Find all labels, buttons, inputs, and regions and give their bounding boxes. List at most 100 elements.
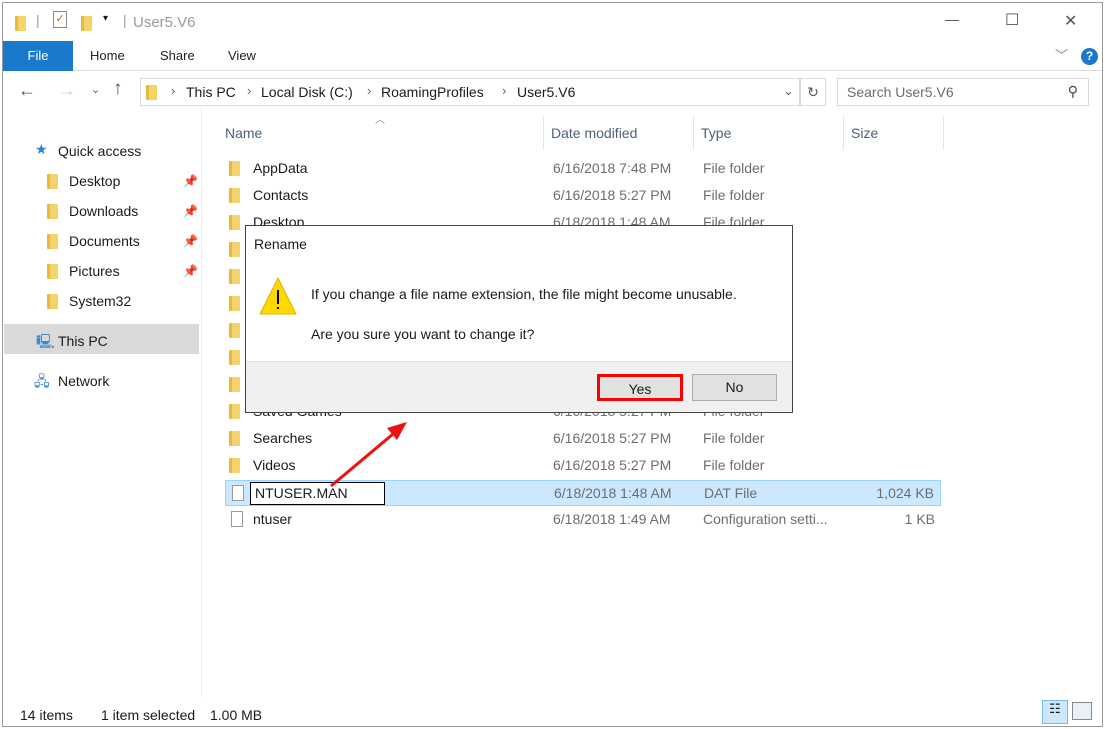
- file-name: Searches: [253, 430, 313, 446]
- file-name: ntuser: [253, 511, 292, 527]
- file-type: File folder: [703, 187, 765, 203]
- folder-icon: [229, 188, 240, 203]
- address-bar[interactable]: › This PC › Local Disk (C:) › RoamingPro…: [140, 78, 800, 106]
- nav-system32[interactable]: System32: [69, 293, 131, 309]
- file-name: AppData: [253, 160, 308, 176]
- column-divider[interactable]: [943, 116, 944, 150]
- file-name: Videos: [253, 457, 296, 473]
- back-button[interactable]: ←: [18, 80, 36, 101]
- file-date: 6/16/2018 5:27 PM: [553, 187, 672, 203]
- search-placeholder: Search User5.V6: [847, 84, 954, 100]
- file-type: DAT File: [704, 485, 758, 501]
- file-icon: [231, 511, 243, 527]
- ribbon-tabs: File Home Share View ﹀ ?: [3, 41, 1102, 71]
- nav-network[interactable]: Network: [58, 373, 109, 389]
- pin-icon[interactable]: 📌: [183, 204, 198, 218]
- column-header-date[interactable]: Date modified: [551, 125, 637, 141]
- file-row[interactable]: ntuser 6/18/2018 1:49 AM Configuration set…: [225, 507, 941, 533]
- folder-icon: [229, 404, 240, 419]
- downloads-folder-icon: [47, 204, 58, 219]
- tab-file[interactable]: File: [3, 41, 73, 71]
- file-icon: [232, 485, 244, 501]
- file-date: 6/18/2018 1:48 AM: [554, 485, 672, 501]
- file-date: 6/16/2018 7:48 PM: [553, 160, 672, 176]
- tab-view[interactable]: View: [228, 41, 256, 71]
- breadcrumb-user5[interactable]: User5.V6: [517, 84, 575, 100]
- warning-icon: [259, 276, 297, 315]
- address-dropdown-icon[interactable]: ⌄: [783, 83, 794, 99]
- quick-access-toolbar-dropdown[interactable]: ▾: [103, 13, 108, 24]
- help-icon[interactable]: ?: [1081, 48, 1098, 65]
- pin-icon[interactable]: 📌: [183, 264, 198, 278]
- column-divider[interactable]: [693, 116, 694, 150]
- documents-folder-icon: [47, 234, 58, 249]
- search-input[interactable]: Search User5.V6 ⚲: [837, 78, 1089, 106]
- folder-icon: [229, 377, 240, 392]
- dialog-question: Are you sure you want to change it?: [311, 326, 535, 342]
- close-button[interactable]: ✕: [1064, 11, 1077, 31]
- yes-button[interactable]: Yes: [597, 374, 683, 401]
- no-button[interactable]: No: [692, 374, 777, 401]
- file-row[interactable]: AppData 6/16/2018 7:48 PM File folder: [225, 156, 941, 182]
- folder-icon: [229, 323, 240, 338]
- file-type: Configuration setti...: [703, 511, 828, 527]
- file-type: File folder: [703, 430, 765, 446]
- network-icon: 🖧: [34, 373, 50, 389]
- search-icon[interactable]: ⚲: [1068, 83, 1078, 100]
- breadcrumb-separator: ›: [367, 83, 372, 98]
- breadcrumb-separator: ›: [247, 83, 252, 98]
- nav-downloads[interactable]: Downloads: [69, 203, 138, 219]
- properties-icon[interactable]: ✓: [53, 11, 67, 28]
- tab-share[interactable]: Share: [160, 41, 195, 71]
- nav-desktop[interactable]: Desktop: [69, 173, 120, 189]
- dialog-title: Rename: [254, 236, 307, 252]
- pane-divider[interactable]: [201, 107, 202, 697]
- file-size: 1 KB: [904, 511, 935, 527]
- minimize-button[interactable]: —: [945, 11, 959, 27]
- window-title: User5.V6: [133, 14, 196, 31]
- folder-icon: [229, 161, 240, 176]
- expand-ribbon-icon[interactable]: ﹀: [1055, 41, 1068, 71]
- column-divider[interactable]: [843, 116, 844, 150]
- breadcrumb-local-disk[interactable]: Local Disk (C:): [261, 84, 353, 100]
- file-size: 1,024 KB: [876, 485, 934, 501]
- folder-icon: [229, 215, 240, 230]
- file-type: File folder: [703, 457, 765, 473]
- breadcrumb-this-pc[interactable]: This PC: [186, 84, 236, 100]
- details-view-button[interactable]: ☷: [1042, 700, 1068, 724]
- nav-this-pc[interactable]: This PC: [58, 333, 108, 349]
- forward-button[interactable]: →: [58, 80, 76, 101]
- column-divider[interactable]: [543, 116, 544, 150]
- maximize-button[interactable]: ☐: [1005, 10, 1019, 30]
- folder-icon: [15, 16, 26, 31]
- file-row[interactable]: Contacts 6/16/2018 5:27 PM File folder: [225, 183, 941, 209]
- tab-home[interactable]: Home: [90, 41, 125, 71]
- nav-documents[interactable]: Documents: [69, 233, 140, 249]
- column-header-type[interactable]: Type: [701, 125, 731, 141]
- column-header-name[interactable]: Name: [225, 125, 262, 141]
- folder-icon: [229, 296, 240, 311]
- pin-icon[interactable]: 📌: [183, 234, 198, 248]
- nav-quick-access[interactable]: Quick access: [58, 143, 141, 159]
- file-date: 6/18/2018 1:49 AM: [553, 511, 671, 527]
- folder-icon: [229, 242, 240, 257]
- recent-locations-icon[interactable]: ⌄: [91, 83, 100, 96]
- nav-pictures[interactable]: Pictures: [69, 263, 120, 279]
- breadcrumb-roamingprofiles[interactable]: RoamingProfiles: [381, 84, 484, 100]
- up-button[interactable]: ↑: [113, 78, 123, 100]
- computer-icon: 🖳: [36, 333, 55, 349]
- file-date: 6/16/2018 5:27 PM: [553, 457, 672, 473]
- refresh-button[interactable]: ↻: [800, 78, 826, 106]
- new-folder-icon[interactable]: [81, 16, 92, 31]
- folder-icon: [146, 85, 157, 100]
- folder-icon: [229, 350, 240, 365]
- sort-ascending-icon: ︿: [375, 115, 385, 126]
- large-icons-view-button[interactable]: [1072, 702, 1092, 720]
- folder-icon: [229, 458, 240, 473]
- folder-icon: [229, 269, 240, 284]
- divider: |: [36, 12, 40, 28]
- column-header-size[interactable]: Size: [851, 125, 878, 141]
- file-name: Contacts: [253, 187, 309, 203]
- selection-count: 1 item selected: [101, 707, 196, 723]
- pin-icon[interactable]: 📌: [183, 174, 198, 188]
